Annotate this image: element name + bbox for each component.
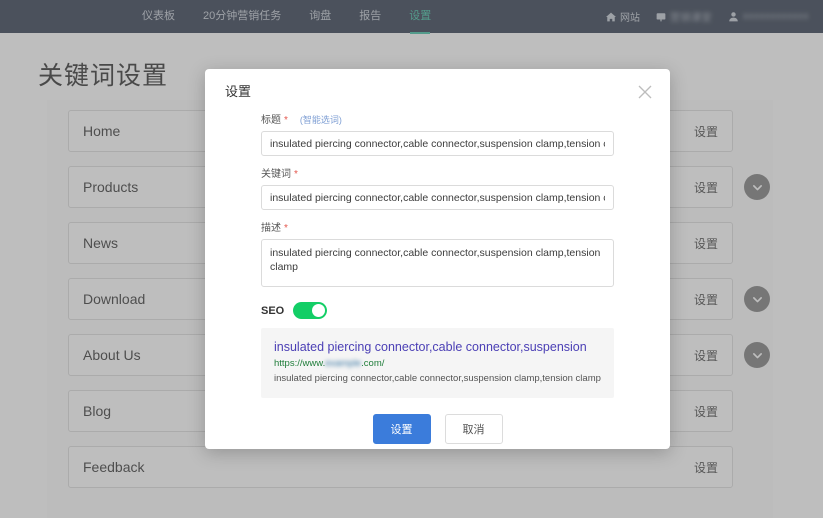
field-title: 标题 * (智能选词) xyxy=(261,111,614,156)
field-description-label: 描述 xyxy=(261,219,281,234)
field-keywords-label: 关键词 xyxy=(261,165,291,180)
field-description-label-row: 描述 * xyxy=(261,219,614,234)
app-root: 关键词设置 Home设置Products设置News设置Download设置Ab… xyxy=(0,0,823,518)
seo-preview-url-domain: example xyxy=(325,358,361,369)
seo-toggle[interactable] xyxy=(293,302,327,319)
field-keywords-required: * xyxy=(294,169,298,180)
modal-title: 设置 xyxy=(225,81,251,100)
field-description: 描述 * xyxy=(261,219,614,292)
smart-keyword-link[interactable]: (智能选词) xyxy=(300,113,342,126)
modal-header: 设置 xyxy=(205,69,670,111)
modal-footer: 设置 取消 xyxy=(261,414,614,444)
close-icon[interactable] xyxy=(638,85,652,99)
field-keywords: 关键词 * xyxy=(261,165,614,210)
field-keywords-label-row: 关键词 * xyxy=(261,165,614,180)
field-title-label: 标题 xyxy=(261,111,281,126)
modal-body: 标题 * (智能选词) 关键词 * 描述 * xyxy=(205,111,670,444)
seo-toggle-knob xyxy=(312,304,325,317)
seo-preview: insulated piercing connector,cable conne… xyxy=(261,328,614,398)
seo-preview-description: insulated piercing connector,cable conne… xyxy=(274,372,601,385)
field-title-label-row: 标题 * (智能选词) xyxy=(261,111,614,126)
seo-toggle-row: SEO xyxy=(261,302,614,319)
description-textarea[interactable] xyxy=(261,239,614,287)
seo-label: SEO xyxy=(261,305,284,317)
seo-preview-title: insulated piercing connector,cable conne… xyxy=(274,340,601,355)
seo-preview-url-prefix: https://www. xyxy=(274,358,325,369)
confirm-button[interactable]: 设置 xyxy=(373,414,431,444)
title-input[interactable] xyxy=(261,131,614,156)
seo-preview-url: https://www.example.com/ xyxy=(274,358,601,369)
seo-preview-url-suffix: .com/ xyxy=(361,358,384,369)
settings-modal: 设置 标题 * (智能选词) 关键词 * xyxy=(205,69,670,449)
keywords-input[interactable] xyxy=(261,185,614,210)
cancel-button[interactable]: 取消 xyxy=(445,414,503,444)
field-title-required: * xyxy=(284,115,288,126)
field-description-required: * xyxy=(284,223,288,234)
